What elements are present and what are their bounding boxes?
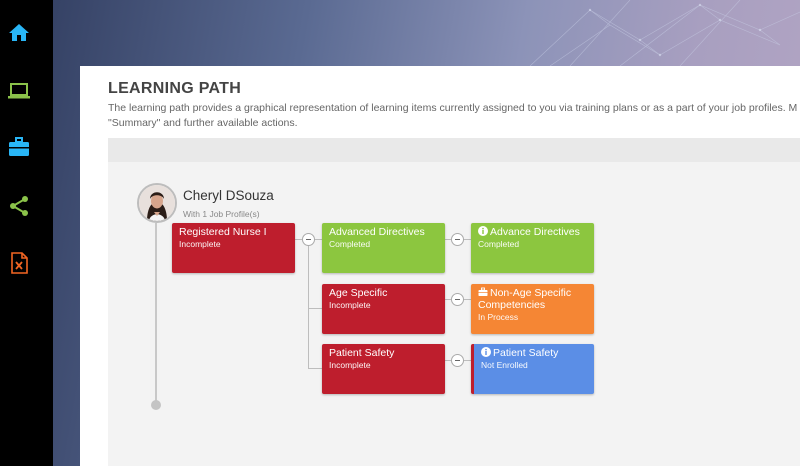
node-title: Registered Nurse I [179,226,267,238]
laptop-icon[interactable] [7,79,31,103]
node-title: Non-Age Specific Competencies [478,287,572,311]
timeline-end-dot [151,400,161,410]
training-plan-node[interactable]: Advanced Directives Completed [322,223,445,273]
node-title: Advance Directives [490,226,580,238]
node-title: Patient Safety [329,347,395,359]
collapse-toggle-patient-safety[interactable] [451,354,464,367]
briefcase-icon [478,287,488,297]
node-title: Age Specific [329,287,388,299]
avatar [137,183,177,223]
node-status: Incomplete [329,360,371,370]
info-icon [478,226,488,236]
timeline-line [155,223,157,405]
connector [308,368,322,369]
node-status: Incomplete [329,300,371,310]
training-plan-node[interactable]: Patient Safety Incomplete [322,344,445,394]
connector [308,239,309,369]
sidebar [0,0,53,466]
share-icon[interactable] [7,194,31,218]
learning-item-node[interactable]: Advance Directives Completed [471,223,594,273]
node-status: Not Enrolled [481,360,528,370]
node-status: Completed [478,239,520,249]
node-title: Advanced Directives [329,226,425,238]
page-description: The learning path provides a graphical r… [108,101,800,131]
description-line-2: "Summary" and further available actions. [108,117,298,129]
collapse-toggle-advanced-directives[interactable] [451,233,464,246]
collapse-toggle-age-specific[interactable] [451,293,464,306]
page-title: LEARNING PATH [108,80,242,97]
learning-path-panel: LEARNING PATH The learning path provides… [80,66,800,466]
tree-canvas [108,162,800,466]
learning-item-node[interactable]: Non-Age Specific Competencies In Process [471,284,594,334]
training-plan-node[interactable]: Age Specific Incomplete [322,284,445,334]
info-icon [481,347,491,357]
job-profile-count: With 1 Job Profile(s) [183,209,260,219]
connector [308,308,322,309]
briefcase-icon[interactable] [7,135,31,159]
node-status: In Process [478,312,519,322]
toolbar-strip [108,138,800,162]
node-title: Patient Safety [493,347,559,359]
collapse-toggle-root[interactable] [302,233,315,246]
node-status: Incomplete [179,239,221,249]
node-status: Completed [329,239,371,249]
person-name: Cheryl DSouza [183,188,274,203]
description-line-1: The learning path provides a graphical r… [108,102,798,114]
home-icon[interactable] [7,21,31,45]
excel-file-icon[interactable] [7,251,31,275]
job-profile-node[interactable]: Registered Nurse I Incomplete [172,223,295,273]
learning-item-node[interactable]: Patient Safety Not Enrolled [471,344,594,394]
header-background-art [529,0,800,66]
